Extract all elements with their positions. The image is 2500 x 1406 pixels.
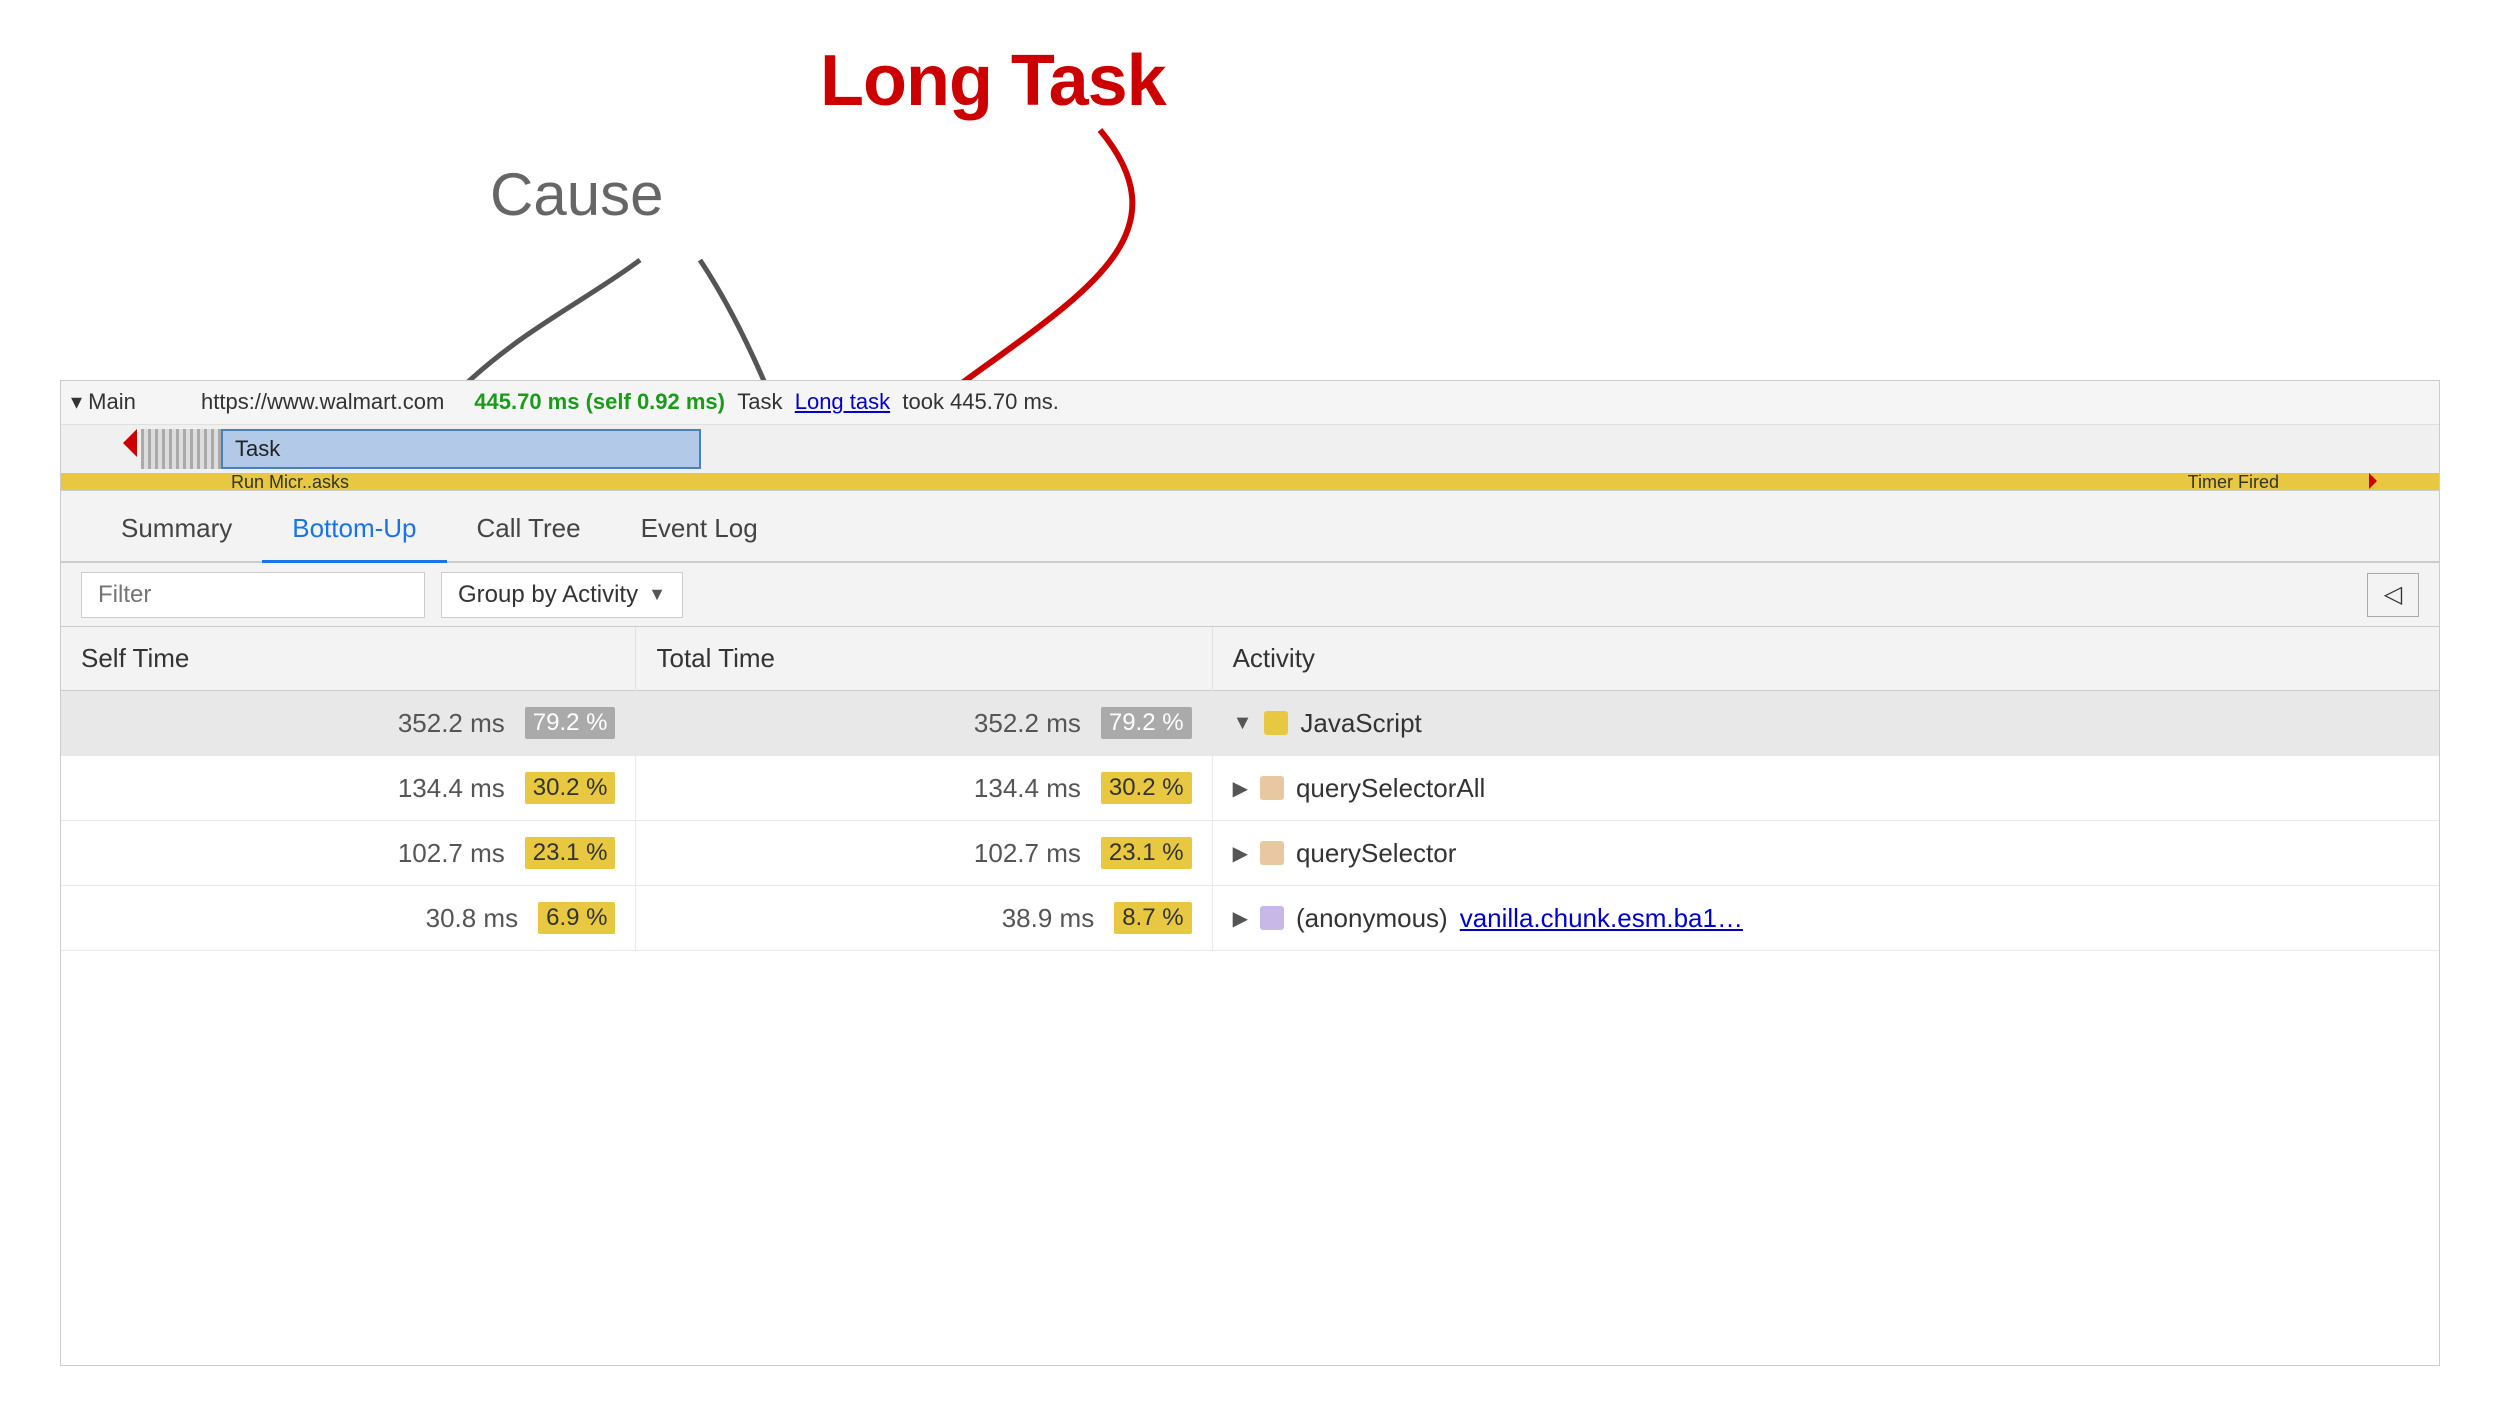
task-timing-info: 445.70 ms (self 0.92 ms) Task Long task … [474, 389, 1059, 415]
cell-activity: ▶ (anonymous) vanilla.chunk.esm.ba1… [1212, 886, 2439, 951]
cell-total-time: 102.7 ms 23.1 % [636, 821, 1212, 886]
task-block-label: Task [235, 436, 280, 462]
long-task-link[interactable]: Long task [795, 389, 890, 414]
sidebar-toggle-icon: ◁ [2384, 580, 2402, 609]
cell-self-time: 102.7 ms 23.1 % [61, 821, 636, 886]
devtools-panel: ▾ Main https://www.walmart.com 445.70 ms… [60, 380, 2440, 1366]
total-time-percent: 23.1 % [1101, 837, 1192, 869]
chevron-down-icon: ▼ [648, 584, 666, 605]
col-total-time[interactable]: Total Time [636, 627, 1212, 691]
table-row[interactable]: 134.4 ms 30.2 % 134.4 ms 30.2 % ▶ querySelect… [61, 756, 2439, 821]
run-micro-label: Run Micr..asks [231, 473, 349, 490]
activity-name: querySelector [1296, 838, 1456, 869]
timer-fired-label: Timer Fired [2188, 473, 2279, 490]
self-time-percent: 6.9 % [538, 902, 615, 934]
cell-self-time: 30.8 ms 6.9 % [61, 886, 636, 951]
cell-self-time: 352.2 ms 79.2 % [61, 691, 636, 756]
self-time-value: 102.7 ms [398, 838, 505, 869]
timeline-main-url: https://www.walmart.com [201, 389, 444, 415]
tab-bottom-up[interactable]: Bottom-Up [262, 497, 446, 563]
total-time-percent: 30.2 % [1101, 772, 1192, 804]
activity-name: querySelectorAll [1296, 773, 1485, 804]
cell-activity: ▶ querySelectorAll [1212, 756, 2439, 821]
col-activity[interactable]: Activity [1212, 627, 2439, 691]
expand-button[interactable]: ▶ [1233, 776, 1248, 801]
task-selected-block[interactable]: Task [221, 429, 701, 469]
long-task-time: took 445.70 ms. [902, 389, 1059, 414]
total-time-value: 38.9 ms [1002, 903, 1095, 934]
task-suffix: Task [737, 389, 782, 414]
tab-call-tree[interactable]: Call Tree [447, 497, 611, 563]
total-time-percent: 8.7 % [1114, 902, 1191, 934]
timeline-main-row: ▾ Main https://www.walmart.com 445.70 ms… [61, 381, 2439, 425]
red-marker-left [123, 429, 137, 457]
activity-color-swatch [1260, 776, 1284, 800]
long-task-annotation: Long Task [820, 40, 1166, 122]
activity-table: Self Time Total Time Activity 352.2 ms 79… [61, 627, 2439, 951]
cell-activity: ▶ querySelector [1212, 821, 2439, 886]
table-row[interactable]: 30.8 ms 6.9 % 38.9 ms 8.7 % ▶ (anonymous) vani… [61, 886, 2439, 951]
tab-summary[interactable]: Summary [91, 497, 262, 563]
cell-self-time: 134.4 ms 30.2 % [61, 756, 636, 821]
table-row[interactable]: 102.7 ms 23.1 % 102.7 ms 23.1 % ▶ querySelect… [61, 821, 2439, 886]
self-time-percent: 79.2 % [525, 707, 616, 739]
activity-name: (anonymous) [1296, 903, 1448, 934]
gray-bars [141, 429, 221, 469]
group-by-select[interactable]: Group by Activity ▼ [441, 572, 683, 618]
task-bar-row: Task Run Micr..asks Timer Fired [61, 425, 2439, 490]
total-time-percent: 79.2 % [1101, 707, 1192, 739]
activity-color-swatch [1260, 906, 1284, 930]
expand-button[interactable]: ▼ [1233, 712, 1253, 735]
activity-source-link[interactable]: vanilla.chunk.esm.ba1… [1460, 903, 1743, 934]
tab-event-log[interactable]: Event Log [611, 497, 788, 563]
total-time-value: 352.2 ms [974, 708, 1081, 739]
self-time-value: 352.2 ms [398, 708, 505, 739]
self-time-value: 30.8 ms [426, 903, 519, 934]
cause-annotation: Cause [490, 160, 663, 229]
self-time-value: 134.4 ms [398, 773, 505, 804]
toolbar: Group by Activity ▼ ◁ [61, 563, 2439, 627]
total-time-value: 134.4 ms [974, 773, 1081, 804]
timeline-area: ▾ Main https://www.walmart.com 445.70 ms… [61, 381, 2439, 491]
cell-total-time: 134.4 ms 30.2 % [636, 756, 1212, 821]
activity-color-swatch [1264, 711, 1288, 735]
group-by-label: Group by Activity [458, 581, 638, 609]
expand-button[interactable]: ▶ [1233, 841, 1248, 866]
cell-total-time: 38.9 ms 8.7 % [636, 886, 1212, 951]
table-row[interactable]: 352.2 ms 79.2 % 352.2 ms 79.2 % ▼ JavaScript [61, 691, 2439, 756]
table-header-row: Self Time Total Time Activity [61, 627, 2439, 691]
col-self-time[interactable]: Self Time [61, 627, 636, 691]
activity-name: JavaScript [1300, 708, 1421, 739]
activity-color-swatch [1260, 841, 1284, 865]
timeline-main-label: ▾ Main [71, 389, 191, 415]
red-marker-right [2369, 473, 2377, 489]
total-time-value: 102.7 ms [974, 838, 1081, 869]
cell-total-time: 352.2 ms 79.2 % [636, 691, 1212, 756]
cell-activity: ▼ JavaScript [1212, 691, 2439, 756]
tabs-bar: Summary Bottom-Up Call Tree Event Log [61, 491, 2439, 563]
activity-table-container: Self Time Total Time Activity 352.2 ms 79… [61, 627, 2439, 1365]
filter-input[interactable] [81, 572, 425, 618]
self-time-percent: 23.1 % [525, 837, 616, 869]
yellow-bar [61, 473, 2439, 490]
expand-button[interactable]: ▶ [1233, 906, 1248, 931]
sidebar-toggle-button[interactable]: ◁ [2367, 573, 2419, 617]
task-time-green: 445.70 ms (self 0.92 ms) [474, 389, 725, 414]
self-time-percent: 30.2 % [525, 772, 616, 804]
